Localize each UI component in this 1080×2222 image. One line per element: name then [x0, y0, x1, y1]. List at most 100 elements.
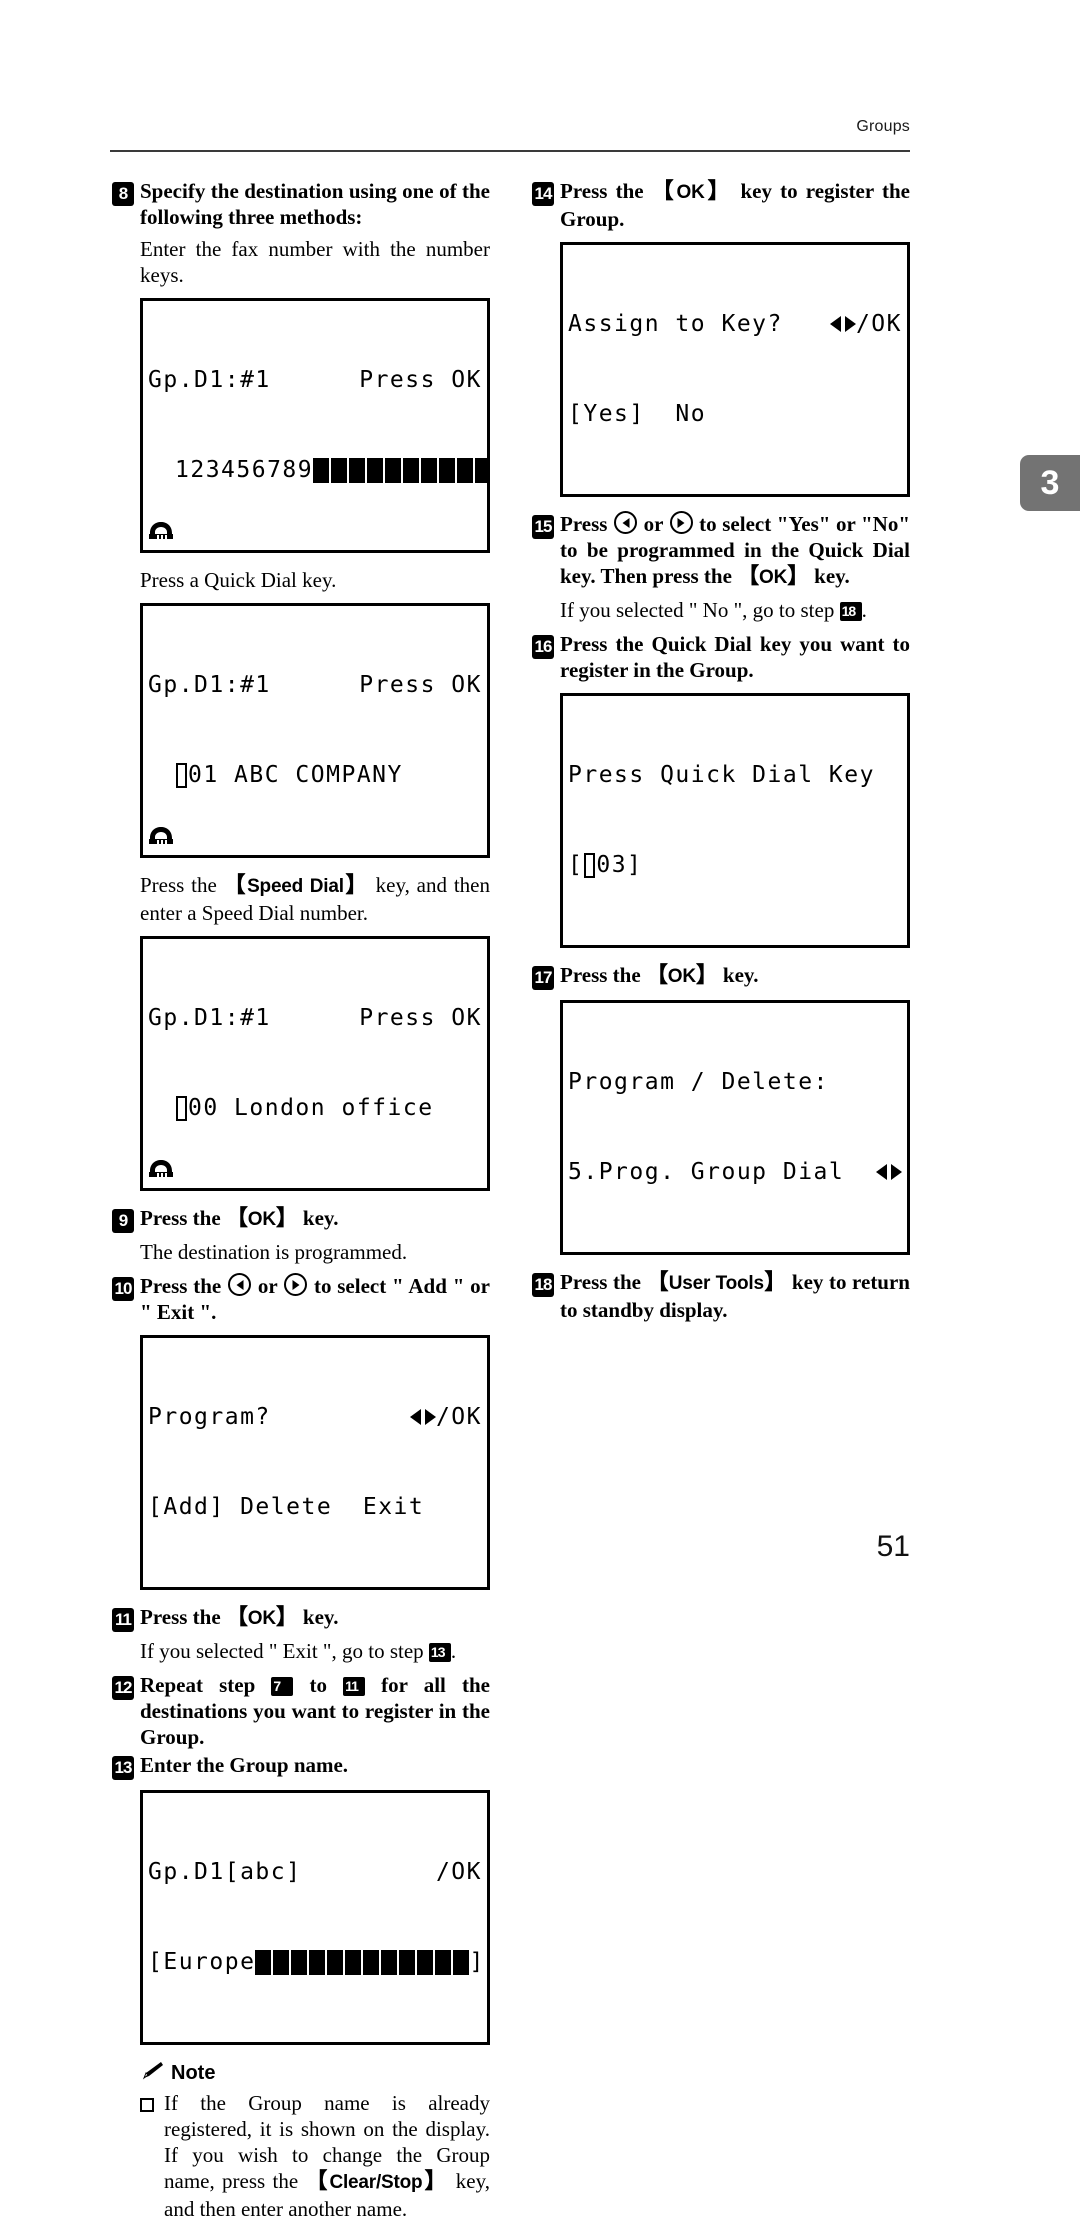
- left-right-arrow-icon: [829, 314, 856, 334]
- right-column: 14 Press the 【OK】 key to register the Gr…: [532, 178, 910, 1325]
- lcd-fax-number-value: 123456789: [175, 457, 314, 483]
- lcd-line-1: Gp.D1:#1 Press OK: [148, 670, 482, 700]
- arrow-left-icon: [614, 511, 638, 534]
- step-8-method-1-text: Enter the fax number with the number key…: [140, 237, 490, 287]
- step-number-badge: 17: [532, 966, 554, 990]
- step-16-text: Press the Quick Dial key you want to reg…: [560, 632, 910, 682]
- lcd-group-name: Gp.D1[abc] /OK [Europe]: [140, 1790, 490, 2045]
- lcd-line-2: [Yes] No: [568, 401, 707, 427]
- lcd-quick-dial: Gp.D1:#1 Press OK 01 ABC COMPANY: [140, 603, 490, 858]
- lcd-line-2: [Add] Delete Exit: [148, 1494, 425, 1520]
- step-8-method-3-text: Press the 【Speed Dial】 key, and then ent…: [140, 872, 490, 926]
- arrow-right-icon: [284, 1273, 308, 1296]
- step-11-subtext: If you selected " Exit ", go to step 13.: [140, 1639, 457, 1663]
- lcd-filled-cells: [313, 457, 487, 483]
- step-13: 13 Enter the Group name.: [112, 1752, 490, 1780]
- lcd-program-menu: Program? /OK [Add] Delete Exit: [140, 1335, 490, 1590]
- step-8: 8 Specify the destination using one of t…: [112, 178, 490, 230]
- step-9-subtext: The destination is programmed.: [140, 1240, 408, 1264]
- step-number-badge: 18: [532, 1273, 554, 1297]
- step-reference-badge: 13: [428, 1643, 451, 1662]
- lcd-line-2: 00 London office: [148, 1093, 482, 1177]
- lcd-line-1-right: /OK: [435, 1859, 482, 1885]
- lcd-line-1-left: Gp.D1:#1: [148, 672, 271, 698]
- telephone-icon: [148, 1097, 174, 1177]
- step-reference-badge: 18: [839, 602, 862, 621]
- note-heading: Note: [140, 2061, 490, 2086]
- lcd-line-1: Press Quick Dial Key: [568, 762, 875, 788]
- lcd-line-1-left: Gp.D1[abc]: [148, 1859, 302, 1885]
- header-rule: [110, 150, 910, 152]
- lcd-line-1-right: /OK: [829, 309, 902, 339]
- lcd-line-2: [Europe]: [148, 1947, 485, 1977]
- lcd-press-quick-dial-key: Press Quick Dial Key [03]: [560, 693, 910, 948]
- step-14: 14 Press the 【OK】 key to register the Gr…: [532, 178, 910, 232]
- lcd-line-1-left: Program?: [148, 1404, 271, 1430]
- step-15: 15 Press or to select "Yes" or "No" to b…: [532, 511, 910, 591]
- lcd-group-name-open: [Europe: [148, 1949, 256, 1975]
- step-number-badge: 13: [112, 1756, 134, 1780]
- lcd-cursor-cell: [584, 852, 596, 878]
- lcd-fax-number: Gp.D1:#1 Press OK 123456789: [140, 298, 490, 553]
- step-number-badge: 15: [532, 515, 554, 539]
- pencil-icon: [140, 2061, 164, 2086]
- step-17-text: Press the 【OK】 key.: [560, 962, 759, 987]
- method-3-pre: Press the: [140, 873, 224, 897]
- lcd-line-1-right: Press OK: [359, 672, 482, 698]
- chapter-tab: 3: [1020, 455, 1080, 511]
- lcd-group-name-close: ]: [469, 1949, 485, 1975]
- note-label: Note: [171, 2062, 216, 2084]
- lcd-line-1: Gp.D1:#1 Press OK: [148, 1003, 482, 1033]
- lcd-cursor-cell: [176, 1095, 187, 1121]
- step-17: 17 Press the 【OK】 key.: [532, 962, 910, 990]
- lcd-line-1: Program? /OK: [148, 1402, 482, 1432]
- step-10: 10 Press the or to select " Add " or " E…: [112, 1273, 490, 1325]
- user-tools-keycap: 【User Tools】: [646, 1269, 787, 1294]
- ok-keycap: 【OK】: [737, 563, 809, 588]
- lcd-line-2: 123456789: [148, 455, 487, 539]
- step-15-subtext: If you selected " No ", go to step 18.: [560, 598, 867, 622]
- ok-keycap: 【OK】: [225, 1604, 298, 1629]
- lcd-line-1: Gp.D1:#1 Press OK: [148, 365, 482, 395]
- lcd-menu-entry: 5.Prog. Group Dial: [568, 1159, 845, 1185]
- step-number-badge: 11: [112, 1608, 134, 1632]
- step-number-badge: 16: [532, 635, 554, 659]
- running-header: Groups: [856, 118, 910, 135]
- step-11: 11 Press the 【OK】 key.: [112, 1604, 490, 1632]
- lcd-cursor-cell: [176, 762, 187, 788]
- lcd-speed-dial-value: 00 London office: [188, 1095, 434, 1121]
- step-11-text: Press the 【OK】 key.: [140, 1604, 339, 1629]
- step-number-badge: 8: [112, 182, 134, 206]
- left-column: 8 Specify the destination using one of t…: [112, 178, 490, 2222]
- lcd-line-1: Gp.D1[abc] /OK: [148, 1857, 482, 1887]
- left-right-arrow-icon: [876, 1162, 902, 1182]
- lcd-speed-dial: Gp.D1:#1 Press OK 00 London office: [140, 936, 490, 1191]
- step-number-badge: 14: [532, 182, 554, 206]
- lcd-quick-dial-value: 01 ABC COMPANY: [188, 762, 403, 788]
- step-13-text: Enter the Group name.: [140, 1753, 349, 1777]
- telephone-icon: [148, 764, 174, 844]
- lcd-program-delete-menu: Program / Delete: 5.Prog. Group Dial: [560, 1000, 910, 1255]
- step-18-text: Press the 【User Tools】 key to return to …: [560, 1269, 910, 1322]
- lcd-bracket-open: [: [568, 852, 584, 878]
- step-number-badge: 10: [112, 1277, 134, 1301]
- lcd-line-1-right: Press OK: [359, 1005, 482, 1031]
- step-number-badge: 12: [112, 1676, 134, 1700]
- lcd-line-1-right: Press OK: [359, 367, 482, 393]
- note-list-item: If the Group name is already registered,…: [140, 2090, 490, 2222]
- speed-dial-keycap: 【Speed Dial】: [223, 872, 369, 897]
- left-right-arrow-icon: [409, 1407, 436, 1427]
- ok-keycap: 【OK】: [225, 1205, 298, 1230]
- step-16: 16 Press the Quick Dial key you want to …: [532, 631, 910, 683]
- lcd-line-1-left: Assign to Key?: [568, 311, 783, 337]
- step-10-text: Press the or to select " Add " or " Exit…: [140, 1273, 490, 1324]
- telephone-icon: [148, 459, 174, 539]
- arrow-left-icon: [228, 1273, 252, 1296]
- step-14-text: Press the 【OK】 key to register the Group…: [560, 178, 910, 231]
- lcd-filled-cells: [255, 1949, 470, 1975]
- lcd-line-1-right: /OK: [409, 1402, 482, 1432]
- lcd-assign-to-key: Assign to Key? /OK [Yes] No: [560, 242, 910, 497]
- clear-stop-keycap: 【Clear/Stop】: [305, 2168, 449, 2193]
- step-number-badge: 9: [112, 1209, 134, 1233]
- lcd-line-1-left: Gp.D1:#1: [148, 367, 271, 393]
